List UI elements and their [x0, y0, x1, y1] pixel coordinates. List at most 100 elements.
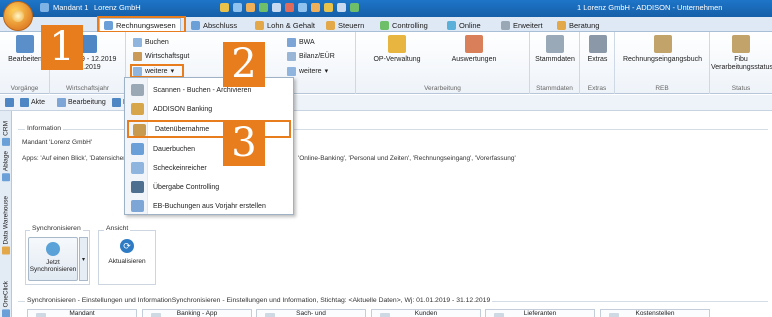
menu-item-eb-buchungen[interactable]: EB-Buchungen aus Vorjahr erstellen	[125, 197, 293, 215]
tab-steuern[interactable]: Steuern	[326, 18, 364, 32]
ablage-icon	[2, 173, 10, 182]
bearbeitung-button[interactable]: Bearbeitung	[57, 98, 106, 107]
group-label-vorgaenge: Vorgänge	[10, 85, 39, 92]
tab-lohn-gehalt[interactable]: Lohn & Gehalt	[255, 18, 315, 32]
stammdaten-button[interactable]: Stammdaten	[532, 35, 578, 64]
group-label-extras: Extras	[587, 85, 607, 92]
akte-button[interactable]: Akte	[20, 98, 45, 107]
quick-icon-9[interactable]	[324, 3, 333, 12]
group-status: Fibu Verarbeitungsstatus Status	[710, 32, 772, 94]
quick-icon-6[interactable]	[285, 3, 294, 12]
callout-2: 2	[223, 42, 265, 87]
group-verarbeitung: OP-Verwaltung Auswertungen Verarbeitung	[355, 32, 530, 94]
rechnungseingangsbuch-button[interactable]: Rechnungseingangsbuch	[617, 35, 708, 64]
menu-item-uebergabe-controlling[interactable]: Übergabe Controlling	[125, 178, 293, 196]
quick-icon-8[interactable]	[311, 3, 320, 12]
extras-button[interactable]: Extras	[582, 35, 613, 64]
mandant-label[interactable]: Mandant 1	[53, 3, 88, 12]
lohn-icon	[255, 20, 264, 30]
card-sach[interactable]: Sach- und	[256, 309, 366, 317]
tab-abschluss[interactable]: Abschluss	[191, 18, 237, 32]
highlight-weitere	[130, 64, 184, 78]
tab-controlling[interactable]: Controlling	[380, 18, 428, 32]
synchronisieren-title: Synchronisieren	[30, 225, 83, 232]
tab-online[interactable]: Online	[447, 18, 481, 32]
card-icon	[151, 313, 161, 317]
jetzt-synchronisieren-button[interactable]: Jetzt Synchronisieren	[28, 237, 78, 281]
company-name: Lorenz GmbH	[94, 3, 141, 12]
sync-dropdown-arrow[interactable]: ▾	[79, 237, 88, 281]
card-kostenstellen[interactable]: Kostenstellen	[600, 309, 710, 317]
fibu-status-button[interactable]: Fibu Verarbeitungsstatus	[711, 35, 772, 72]
wirtschaftsgut-icon	[133, 51, 142, 61]
information-heading: Information	[25, 125, 64, 132]
datenuebernahme-icon	[133, 124, 146, 136]
weitere-auswertungen-dropdown[interactable]: weitere ▾	[287, 66, 328, 76]
bwa-icon	[287, 37, 296, 47]
auswertungen-button[interactable]: Auswertungen	[444, 35, 504, 64]
callout-1: 1	[41, 25, 83, 70]
sidebar-tab-oneclick[interactable]: OneClick	[1, 281, 11, 317]
bilanz-button[interactable]: Bilanz/EÜR	[287, 51, 335, 61]
tab-beratung[interactable]: Beratung	[557, 18, 599, 32]
quick-icon-5[interactable]	[272, 3, 281, 12]
scheck-icon	[131, 162, 144, 174]
buchen-button[interactable]: Buchen	[133, 37, 169, 47]
card-icon	[380, 313, 390, 317]
group-label-wirtschaftsjahr: Wirtschaftsjahr	[66, 85, 109, 92]
bwa-button[interactable]: BWA	[287, 37, 315, 47]
group-label-verarbeitung: Verarbeitung	[424, 85, 461, 92]
app-title: 1 Lorenz GmbH - ADDISON - Unternehmen	[577, 3, 723, 12]
quick-icon-11[interactable]	[350, 3, 359, 12]
vertical-sidebar: CRM Ablage Data Warehouse OneClick	[0, 111, 12, 317]
dauerbuchen-icon	[131, 143, 144, 155]
tab-erweitert[interactable]: Erweitert	[501, 18, 543, 32]
card-mandant[interactable]: Mandant	[27, 309, 137, 317]
quick-icon-7[interactable]	[298, 3, 307, 12]
menu-item-datenuebernahme[interactable]: Datenübernahme	[127, 120, 291, 138]
abschluss-icon	[191, 20, 200, 30]
aktualisieren-button[interactable]: ⟳ Aktualisieren	[102, 239, 152, 265]
quick-icon-3[interactable]	[246, 3, 255, 12]
home-button[interactable]	[5, 98, 14, 107]
menu-item-scheckeinreicher[interactable]: Scheckeinreicher	[125, 159, 293, 177]
card-lieferanten[interactable]: Lieferanten	[485, 309, 595, 317]
quick-access-toolbar	[220, 3, 359, 12]
sidebar-tab-data-warehouse[interactable]: Data Warehouse	[1, 196, 11, 255]
controlling-icon	[131, 181, 144, 193]
quick-icon-4[interactable]	[259, 3, 268, 12]
sidebar-tab-ablage[interactable]: Ablage	[1, 151, 11, 182]
bearbeitung-icon	[57, 98, 66, 107]
application-orb-icon[interactable]	[3, 1, 33, 31]
quick-icon-1[interactable]	[220, 3, 229, 12]
sidebar-tab-crm[interactable]: CRM	[1, 121, 11, 146]
online-icon	[447, 20, 456, 30]
group-stammdaten: Stammdaten Stammdaten	[530, 32, 580, 94]
callout-3: 3	[223, 121, 265, 166]
data-warehouse-icon	[2, 246, 10, 255]
highlight-tab-rechnungswesen	[97, 16, 186, 33]
group-extras: Extras Extras	[580, 32, 615, 94]
apps-info-end: 'Online-Banking', 'Personal und Zeiten',…	[298, 155, 516, 162]
card-icon	[609, 313, 619, 317]
quick-icon-2[interactable]	[233, 3, 242, 12]
op-verwaltung-button[interactable]: OP-Verwaltung	[364, 35, 430, 64]
chevron-down-icon: ▾	[324, 68, 329, 75]
beratung-icon	[557, 20, 566, 30]
card-icon	[265, 313, 275, 317]
home-icon	[5, 98, 14, 107]
quick-icon-10[interactable]	[337, 3, 346, 12]
crm-icon	[2, 137, 10, 146]
menu-item-dauerbuchen[interactable]: Dauerbuchen	[125, 140, 293, 158]
card-banking-app[interactable]: Banking - App	[142, 309, 252, 317]
group-label-status: Status	[731, 85, 751, 92]
banking-icon	[131, 103, 144, 115]
menu-item-scannen[interactable]: Scannen - Buchen - Archivieren	[125, 81, 293, 99]
p-icon	[112, 98, 121, 107]
mandant-icon	[40, 3, 49, 12]
buchen-icon	[133, 37, 142, 47]
card-kunden[interactable]: Kunden	[371, 309, 481, 317]
menu-item-addison-banking[interactable]: ADDISON Banking	[125, 100, 293, 118]
wirtschaftsgut-button[interactable]: Wirtschaftsgut	[133, 51, 189, 61]
sync-icon	[46, 242, 60, 256]
